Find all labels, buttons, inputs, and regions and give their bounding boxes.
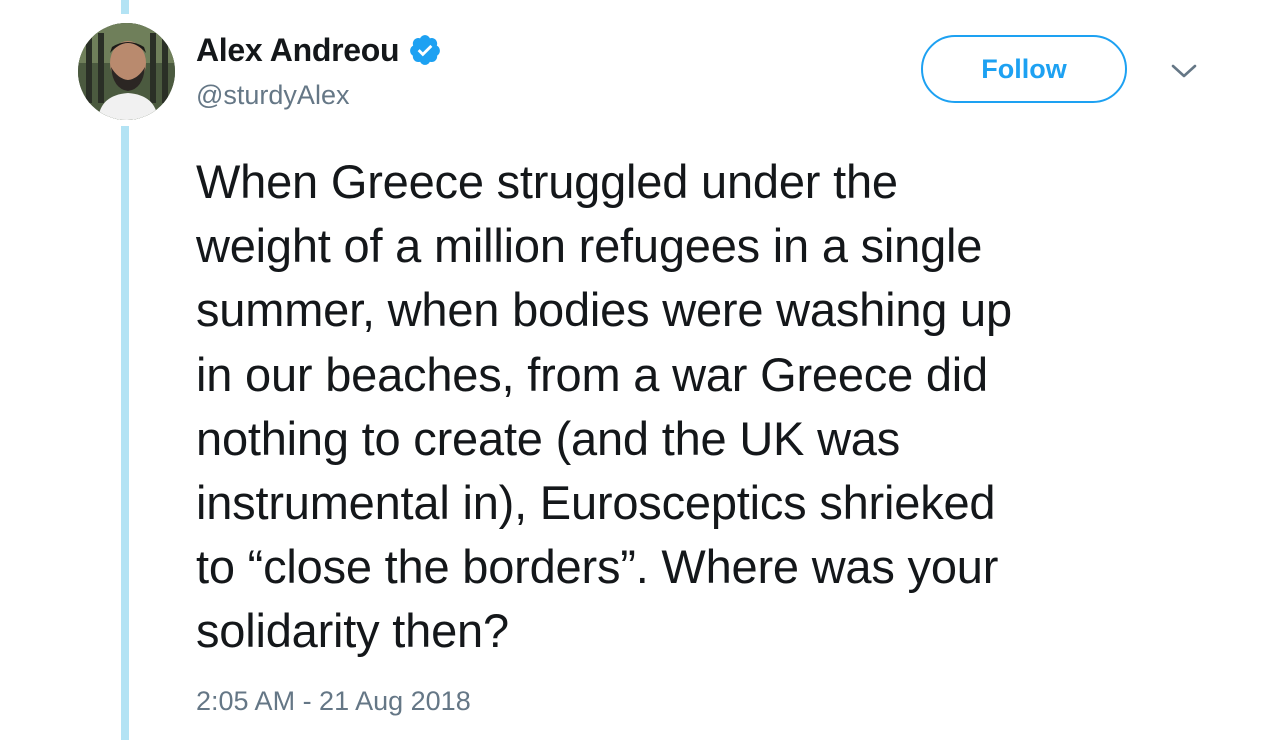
tweet-text-line: nothing to create (and the UK was: [196, 411, 901, 465]
author-name-row: Alex Andreou: [196, 30, 442, 70]
tweet-text-line: When Greece struggled under the: [196, 155, 898, 208]
tweet-text: When Greece struggled under the weight o…: [196, 150, 1196, 664]
tweet-text-line: to “close the borders”. Where was your: [196, 540, 999, 594]
author-handle[interactable]: @sturdyAlex: [196, 80, 349, 111]
chevron-down-icon[interactable]: [1170, 60, 1198, 82]
avatar[interactable]: [78, 23, 175, 120]
author-display-name[interactable]: Alex Andreou: [196, 32, 400, 69]
thread-connector-top: [121, 0, 129, 14]
tweet-timestamp[interactable]: 2:05 AM - 21 Aug 2018: [196, 686, 471, 717]
tweet-text-line: in our beaches, from a war Greece did: [196, 347, 988, 401]
verified-badge-icon: [408, 33, 442, 67]
tweet-text-line: weight of a million refugees in a single: [196, 219, 983, 273]
tweet-text-line: solidarity then?: [196, 604, 509, 658]
thread-connector-line: [121, 126, 129, 740]
follow-button[interactable]: Follow: [921, 35, 1127, 103]
tweet-text-line: summer, when bodies were washing up: [196, 283, 1012, 337]
tweet-text-line: instrumental in), Eurosceptics shrieked: [196, 476, 996, 530]
